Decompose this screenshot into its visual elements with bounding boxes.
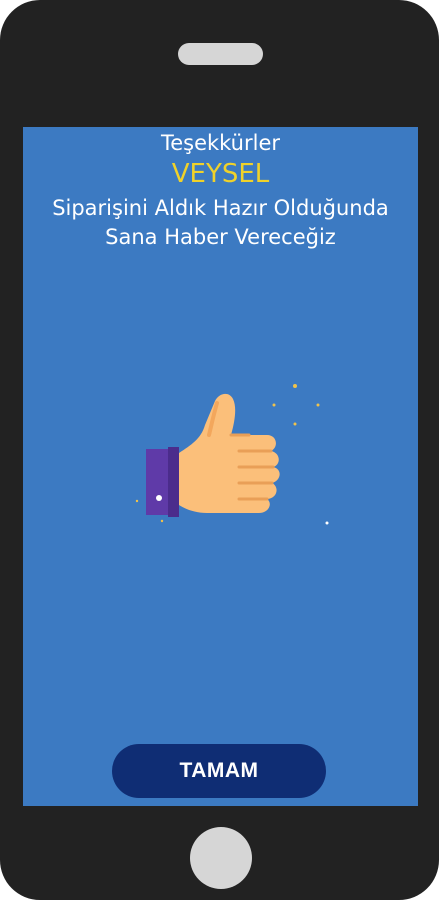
thanks-text: Teşekkürler — [160, 131, 281, 155]
app-screen: Teşekkürler VEYSEL Siparişini Aldık Hazı… — [23, 127, 418, 806]
ok-button[interactable]: TAMAM — [112, 744, 326, 798]
order-message-line-1: Siparişini Aldık Hazır Olduğunda — [52, 196, 389, 220]
thumbs-up-icon — [131, 377, 341, 537]
customer-name: VEYSEL — [171, 159, 270, 189]
home-button[interactable] — [190, 827, 252, 889]
phone-frame: Teşekkürler VEYSEL Siparişini Aldık Hazı… — [0, 0, 439, 900]
order-message-line-2: Sana Haber Vereceğiz — [105, 225, 336, 249]
phone-speaker — [178, 43, 263, 65]
